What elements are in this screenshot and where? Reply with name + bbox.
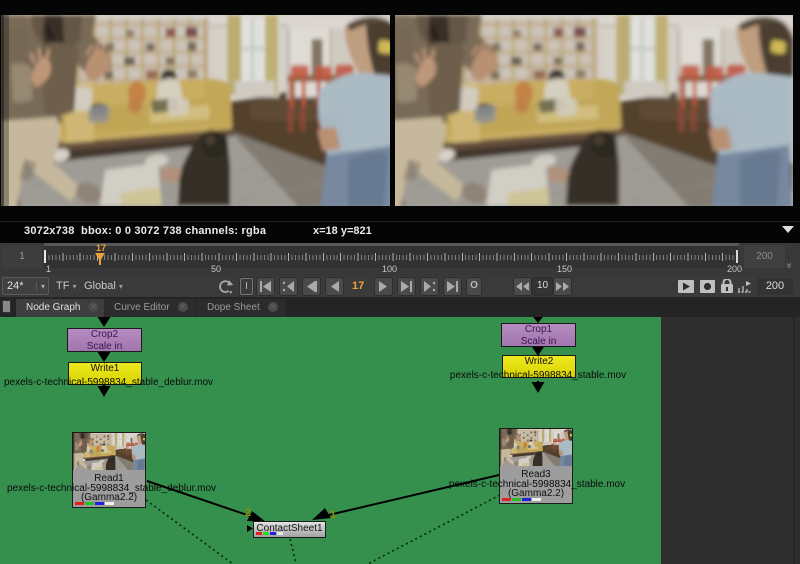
svg-text:1: 1: [330, 509, 336, 521]
svg-text:2: 2: [245, 507, 251, 519]
